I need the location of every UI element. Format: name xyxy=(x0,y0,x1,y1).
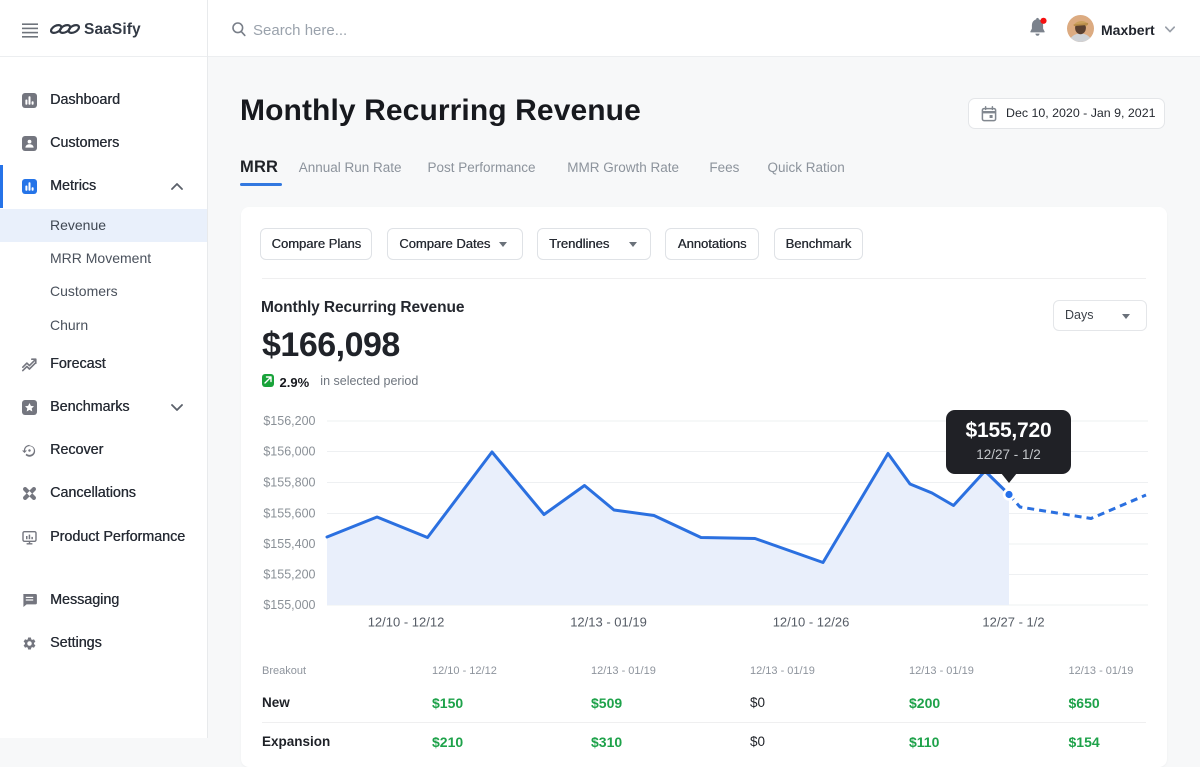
svg-text:$156,200: $156,200 xyxy=(263,414,315,428)
svg-text:$155,000: $155,000 xyxy=(263,598,315,612)
svg-text:12/27 - 1/2: 12/27 - 1/2 xyxy=(982,615,1044,630)
svg-text:$155,400: $155,400 xyxy=(263,537,315,551)
svg-text:12/13 - 01/19: 12/13 - 01/19 xyxy=(570,615,647,630)
svg-text:12/10 - 12/26: 12/10 - 12/26 xyxy=(773,615,850,630)
svg-text:$156,000: $156,000 xyxy=(263,445,315,459)
svg-text:$155,200: $155,200 xyxy=(263,568,315,582)
svg-text:$155,800: $155,800 xyxy=(263,476,315,490)
svg-text:$155,600: $155,600 xyxy=(263,507,315,521)
svg-text:12/10 - 12/12: 12/10 - 12/12 xyxy=(368,615,445,630)
